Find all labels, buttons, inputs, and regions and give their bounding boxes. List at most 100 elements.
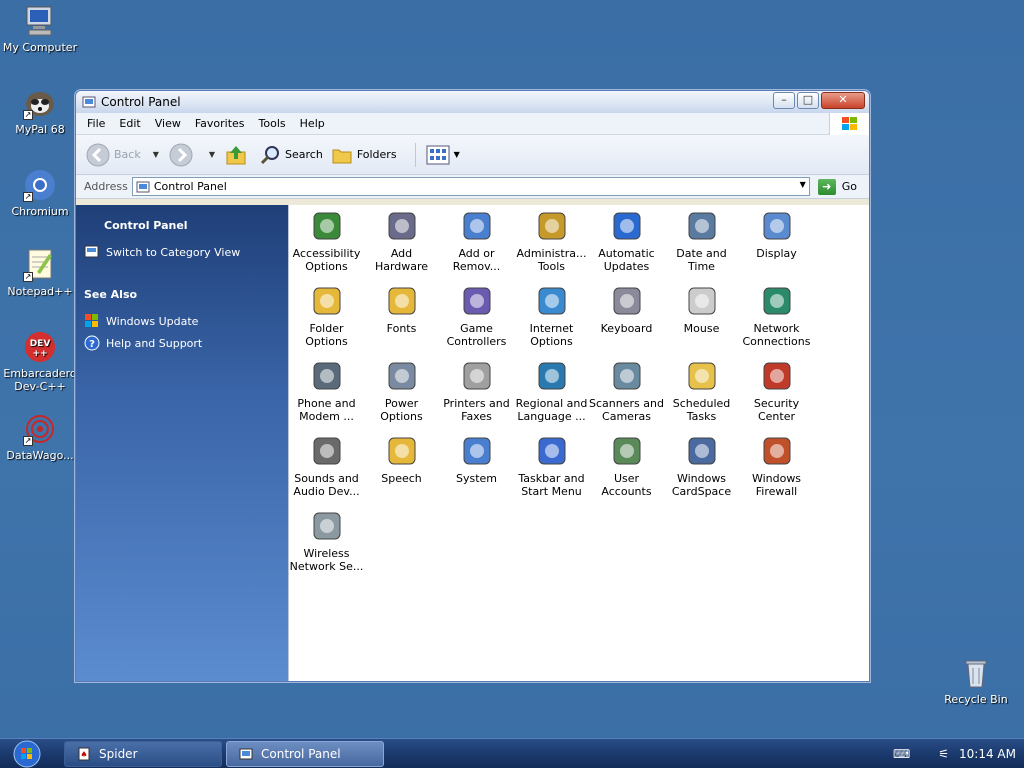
address-dropdown-icon[interactable]: ▼ xyxy=(800,180,806,189)
menu-file[interactable]: File xyxy=(80,117,112,130)
back-dropdown-icon[interactable]: ▼ xyxy=(153,150,159,159)
cp-item-add-remove[interactable]: Add or Remov... xyxy=(439,209,514,273)
desktop-icon-my-computer[interactable]: My Computer xyxy=(0,4,80,54)
switch-category-view-link[interactable]: Switch to Category View xyxy=(76,244,288,260)
cp-item-keyboard[interactable]: Keyboard xyxy=(589,284,664,335)
cp-item-system[interactable]: System xyxy=(439,434,514,485)
menu-view[interactable]: View xyxy=(148,117,188,130)
cp-item-accessibility[interactable]: Accessibility Options xyxy=(289,209,364,273)
cp-item-label: Date and Time xyxy=(676,247,727,273)
cp-item-user-accounts[interactable]: User Accounts xyxy=(589,434,664,498)
cp-item-network-connections[interactable]: Network Connections xyxy=(739,284,814,348)
network-tray-icon[interactable]: ⚟ xyxy=(938,747,949,761)
speech-icon xyxy=(385,434,419,468)
cp-item-scanners-cameras[interactable]: Scanners and Cameras xyxy=(589,359,664,423)
cp-item-automatic-updates[interactable]: Automatic Updates xyxy=(589,209,664,273)
windows-update-icon xyxy=(85,314,98,327)
up-folder-button[interactable] xyxy=(225,144,251,166)
help-support-link[interactable]: ? Help and Support xyxy=(76,335,288,351)
mouse-icon xyxy=(685,284,719,318)
cp-item-printers-faxes[interactable]: Printers and Faxes xyxy=(439,359,514,423)
admin-tools-icon xyxy=(535,209,569,243)
cp-item-firewall[interactable]: Windows Firewall xyxy=(739,434,814,498)
back-button[interactable]: Back xyxy=(86,143,141,167)
search-button[interactable]: Search xyxy=(259,144,323,166)
clock[interactable]: 10:14 AM xyxy=(959,747,1016,761)
cp-item-phone-modem[interactable]: Phone and Modem ... xyxy=(289,359,364,423)
keyboard-tray-icon[interactable]: ⌨ xyxy=(893,747,910,761)
cp-item-power-options[interactable]: Power Options xyxy=(364,359,439,423)
cp-item-cardspace[interactable]: Windows CardSpace xyxy=(664,434,739,498)
windows-update-link[interactable]: Windows Update xyxy=(76,313,288,329)
forward-button[interactable] xyxy=(169,143,197,167)
menu-edit[interactable]: Edit xyxy=(112,117,147,130)
cp-item-label: Game Controllers xyxy=(446,322,507,348)
cp-item-admin-tools[interactable]: Administra... Tools xyxy=(514,209,589,273)
menu-favorites[interactable]: Favorites xyxy=(188,117,252,130)
cp-item-folder-options[interactable]: Folder Options xyxy=(289,284,364,348)
security-center-icon xyxy=(760,359,794,393)
desktop-icon-devcpp[interactable]: DEV ++ Embarcadero Dev-C++ xyxy=(0,330,80,393)
help-icon: ? xyxy=(84,335,100,351)
cp-item-sounds-audio[interactable]: Sounds and Audio Dev... xyxy=(289,434,364,498)
cp-item-taskbar-start[interactable]: Taskbar and Start Menu xyxy=(514,434,589,498)
views-dropdown-icon: ▼ xyxy=(453,150,460,159)
taskbar-button-spider[interactable]: ♠ Spider xyxy=(64,740,222,767)
cp-item-mouse[interactable]: Mouse xyxy=(664,284,739,335)
cp-item-scheduled-tasks[interactable]: Scheduled Tasks xyxy=(664,359,739,423)
views-button[interactable]: ▼ xyxy=(426,145,460,165)
cp-item-label: Scanners and Cameras xyxy=(589,397,664,423)
desktop-icon-notepadpp[interactable]: ↗ Notepad++ xyxy=(0,248,80,298)
cp-item-label: Windows CardSpace xyxy=(671,472,732,498)
cp-item-game-controllers[interactable]: Game Controllers xyxy=(439,284,514,348)
window-titlebar[interactable]: Control Panel – □ ✕ xyxy=(76,91,869,113)
devcpp-icon: DEV ++ xyxy=(23,330,57,364)
desktop-icon-chromium[interactable]: ↗ Chromium xyxy=(0,168,80,218)
menu-bar: File Edit View Favorites Tools Help xyxy=(76,113,869,135)
cp-item-label: Keyboard xyxy=(600,322,653,335)
system-tray: ⌨ ⚟ 10:14 AM xyxy=(883,739,1016,768)
control-panel-items: Accessibility Options Add Hardware Add or … xyxy=(288,205,869,681)
desktop-icon-mypal[interactable]: ↗ MyPal 68 xyxy=(0,86,80,136)
system-icon xyxy=(460,434,494,468)
cp-item-regional-language[interactable]: Regional and Language ... xyxy=(514,359,589,423)
maximize-button[interactable]: □ xyxy=(797,92,819,109)
cp-item-speech[interactable]: Speech xyxy=(364,434,439,485)
forward-arrow-icon xyxy=(169,143,193,166)
desktop-icon-recycle-bin[interactable]: Recycle Bin xyxy=(936,656,1016,706)
address-bar: Address Control Panel ▼ ➜ Go xyxy=(76,175,869,199)
menu-tools[interactable]: Tools xyxy=(252,117,293,130)
side-header: Control Panel xyxy=(104,219,188,232)
cp-item-security-center[interactable]: Security Center xyxy=(739,359,814,423)
address-input[interactable]: Control Panel ▼ xyxy=(131,177,810,196)
cp-item-display[interactable]: Display xyxy=(739,209,814,260)
close-button[interactable]: ✕ xyxy=(821,92,865,109)
taskbar-button-control-panel[interactable]: Control Panel xyxy=(226,740,384,767)
cp-item-label: Network Connections xyxy=(742,322,811,348)
cp-item-date-time[interactable]: Date and Time xyxy=(664,209,739,273)
cp-item-label: Speech xyxy=(381,472,422,485)
go-button[interactable]: ➜ Go xyxy=(817,178,857,195)
notepadpp-icon: ↗ xyxy=(23,248,57,282)
cp-item-label: Automatic Updates xyxy=(598,247,655,273)
desktop-icon-datawago[interactable]: ↗ DataWago... xyxy=(0,412,80,462)
cp-item-label: Taskbar and Start Menu xyxy=(518,472,585,498)
cp-item-fonts[interactable]: Fonts xyxy=(364,284,439,335)
minimize-button[interactable]: – xyxy=(773,92,795,109)
recycle-bin-icon xyxy=(959,656,993,690)
start-button[interactable] xyxy=(8,740,46,768)
menu-help[interactable]: Help xyxy=(293,117,332,130)
cp-item-add-hardware[interactable]: Add Hardware xyxy=(364,209,439,273)
cp-item-label: Internet Options xyxy=(529,322,574,348)
forward-dropdown-icon[interactable]: ▼ xyxy=(209,150,215,159)
folders-button[interactable]: Folders xyxy=(331,145,397,165)
svg-text:++: ++ xyxy=(32,349,47,359)
cp-item-label: Add or Remov... xyxy=(452,247,501,273)
cp-item-internet-options[interactable]: Internet Options xyxy=(514,284,589,348)
cp-item-label: Folder Options xyxy=(305,322,348,348)
sounds-audio-icon xyxy=(310,434,344,468)
folders-icon xyxy=(332,149,352,163)
automatic-updates-icon xyxy=(610,209,644,243)
start-orb-icon xyxy=(13,740,41,767)
cp-item-wireless-network[interactable]: Wireless Network Se... xyxy=(289,509,364,573)
